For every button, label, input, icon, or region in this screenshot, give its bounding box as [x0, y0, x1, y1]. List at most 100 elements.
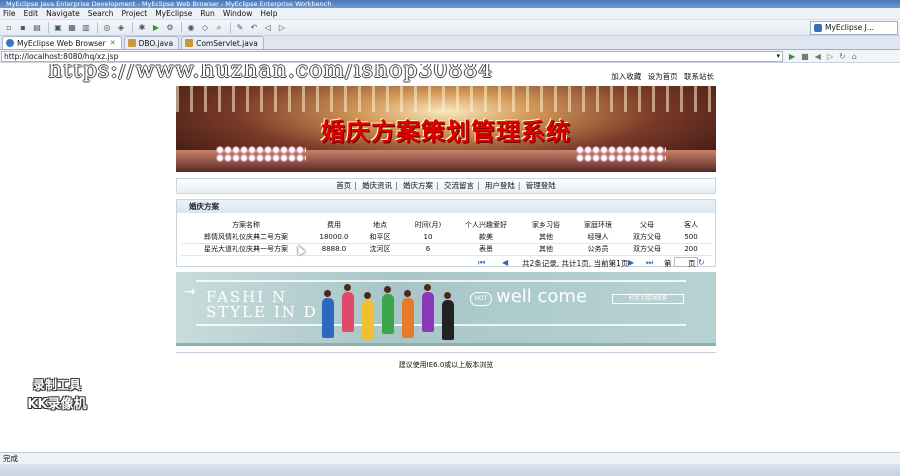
stop-icon[interactable]: ■	[801, 52, 809, 61]
col-fee: 费用	[327, 221, 341, 229]
plans-table: 方案名称 费用 地点 时间(月) 个人兴趣爱好 家乡习俗 家庭环境 父母 客人 …	[181, 219, 711, 256]
cell-name[interactable]: 郎情风情礼仪庆典二号方案	[181, 231, 311, 243]
site-nav: 首页 | 婚庆资讯 | 婚庆方案 | 交流留言 | 用户登陆 | 管理登陆	[176, 178, 716, 194]
forward-icon[interactable]: ▷	[276, 22, 288, 34]
top-links: 加入收藏 设为首页 联系站长	[607, 71, 714, 82]
cell-family: 公务员	[587, 245, 609, 253]
menu-navigate[interactable]: Navigate	[46, 9, 80, 18]
table-row[interactable]: 星光大道礼仪庆典一号方案 8888.0 沈河区 6 表景 其他 公务员 双方父母…	[181, 243, 711, 255]
toolbar-separator	[181, 22, 182, 33]
home-icon[interactable]: ⌂	[852, 52, 857, 61]
menu-edit[interactable]: Edit	[24, 9, 39, 18]
close-icon[interactable]: ✕	[110, 39, 116, 47]
url-text: http://localhost:8080/hq/xz.jsp	[4, 51, 119, 61]
chevron-down-icon[interactable]: ▾	[776, 52, 780, 61]
tab-label: DBO.java	[138, 38, 174, 48]
cell-parents: 双方父母	[633, 232, 661, 241]
perspective-switcher[interactable]: MyEclipse J...	[810, 21, 898, 35]
console-icon[interactable]: ▥	[80, 22, 92, 34]
nav-home[interactable]: 首页	[336, 181, 351, 190]
back-icon[interactable]: ◁	[262, 22, 274, 34]
tab-web-browser[interactable]: MyEclipse Web Browser ✕	[2, 36, 122, 49]
menu-myeclipse[interactable]: MyEclipse	[155, 9, 192, 18]
page-footer: 建议使用IE6.0或以上版本浏览	[176, 352, 716, 369]
tab-label: MyEclipse Web Browser	[17, 38, 106, 48]
goto-prefix: 第	[664, 259, 672, 268]
java-file-icon	[127, 39, 136, 47]
recorder-line1: 录制工具	[32, 378, 81, 392]
main-toolbar: ▫ ▪ ▤ ▣ ▦ ▥ ◎ ◈ ✱ ▶ ⚙ ◉ ◇ ⌕ ✎ ↶ ◁ ▷ MyEc…	[0, 20, 900, 36]
col-hobby: 个人兴趣爱好	[465, 221, 507, 229]
col-guests: 客人	[684, 221, 698, 229]
cell-hobby: 表景	[479, 245, 493, 253]
site-banner: 婚庆方案策划管理系统	[176, 86, 716, 172]
db-icon[interactable]: ◈	[115, 22, 127, 34]
web-icon[interactable]: ◎	[101, 22, 113, 34]
col-custom: 家乡习俗	[532, 221, 560, 229]
menu-run[interactable]: Run	[200, 9, 214, 18]
tab-dbo-java[interactable]: DBO.java	[123, 36, 180, 49]
pager-info: 共2条记录, 共计1页, 当前第1页	[522, 259, 629, 268]
menu-bar: File Edit Navigate Search Project MyEcli…	[0, 8, 900, 20]
menu-file[interactable]: File	[3, 9, 16, 18]
run-icon[interactable]: ▶	[150, 22, 162, 34]
tab-label: ComServlet.java	[196, 38, 258, 48]
refresh-icon[interactable]: ↻	[839, 52, 846, 61]
arrow-icon: →	[184, 284, 196, 300]
back-icon[interactable]: ◀	[815, 52, 821, 61]
promo-banner: → FASHI N STYLE IN D HOT well come 时尚主题冲…	[176, 272, 716, 346]
deploy-icon[interactable]: ▦	[66, 22, 78, 34]
goto-icon[interactable]: ↻	[698, 258, 705, 267]
cell-parents: 双方父母	[633, 245, 661, 253]
prev-edit-icon[interactable]: ↶	[248, 22, 260, 34]
print-icon[interactable]: ▤	[31, 22, 43, 34]
link-set-homepage[interactable]: 设为首页	[648, 72, 678, 81]
col-parents: 父母	[640, 221, 654, 229]
dancers-illustration	[304, 278, 464, 343]
debug-icon[interactable]: ✱	[136, 22, 148, 34]
prev-page-icon[interactable]: ◀	[502, 258, 508, 267]
table-row[interactable]: 郎情风情礼仪庆典二号方案 18000.0 和平区 10 款美 其他 经理人 双方…	[181, 231, 711, 243]
cell-guests: 200	[684, 245, 698, 253]
nav-admin-login[interactable]: 管理登陆	[526, 181, 556, 190]
external-tools-icon[interactable]: ⚙	[164, 22, 176, 34]
col-months: 时间(月)	[414, 221, 442, 229]
search-icon[interactable]: ⌕	[213, 22, 225, 34]
menu-project[interactable]: Project	[122, 9, 148, 18]
cell-fee: 18000.0	[319, 232, 349, 241]
toolbar-separator	[230, 22, 231, 33]
col-location: 地点	[373, 221, 387, 229]
editor-tabs: MyEclipse Web Browser ✕ DBO.java ComServ…	[0, 36, 900, 50]
panel-title: 婚庆方案	[177, 200, 715, 213]
menu-search[interactable]: Search	[88, 9, 114, 18]
tab-comservlet-java[interactable]: ComServlet.java	[181, 36, 264, 49]
new-class-icon[interactable]: ◉	[185, 22, 197, 34]
cell-custom: 其他	[539, 232, 553, 241]
menu-help[interactable]: Help	[260, 9, 277, 18]
first-page-icon[interactable]: ⏮	[478, 258, 485, 268]
last-page-icon[interactable]: ⏭	[646, 258, 653, 268]
go-icon[interactable]: ▶	[789, 52, 795, 61]
goto-suffix: 页	[688, 259, 696, 268]
url-input[interactable]: http://localhost:8080/hq/xz.jsp ▾	[1, 50, 783, 62]
cell-location: 沈河区	[369, 245, 391, 253]
next-page-icon[interactable]: ▶	[628, 258, 634, 267]
link-contact[interactable]: 联系站长	[684, 72, 714, 81]
nav-plans[interactable]: 婚庆方案	[403, 181, 433, 190]
open-type-icon[interactable]: ◇	[199, 22, 211, 34]
java-file-icon	[185, 39, 194, 47]
cell-name[interactable]: 星光大道礼仪庆典一号方案	[181, 243, 311, 255]
save-icon[interactable]: ▪	[17, 22, 29, 34]
forward-icon[interactable]: ▷	[827, 52, 833, 61]
promo-subtitle[interactable]: 时尚主题冲陆客	[612, 294, 684, 304]
nav-user-login[interactable]: 用户登陆	[485, 181, 515, 190]
new-icon[interactable]: ▫	[3, 22, 15, 34]
nav-news[interactable]: 婚庆资讯	[362, 181, 392, 190]
col-name: 方案名称	[232, 221, 260, 229]
cell-months: 10	[423, 232, 433, 241]
link-add-favorite[interactable]: 加入收藏	[611, 72, 641, 81]
menu-window[interactable]: Window	[223, 9, 253, 18]
server-icon[interactable]: ▣	[52, 22, 64, 34]
nav-messages[interactable]: 交流留言	[444, 181, 474, 190]
annotation-icon[interactable]: ✎	[234, 22, 246, 34]
